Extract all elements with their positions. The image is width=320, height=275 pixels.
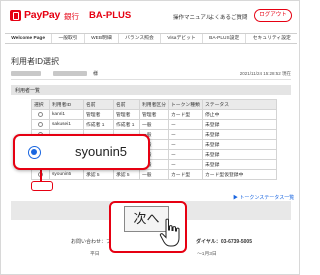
faq-link[interactable]: よくあるご質問 — [209, 13, 248, 21]
user-id-cell: kanri1 — [49, 109, 84, 120]
business-hours: 平日 — [90, 252, 100, 257]
logout-button[interactable]: ログアウト — [254, 9, 292, 22]
status-cell: カード型仮登録中 — [202, 169, 277, 180]
name2-cell: 管理者 — [113, 109, 140, 120]
selected-row-highlight — [31, 181, 53, 191]
nav-item-security-settings[interactable]: セキュリティ設定 — [246, 34, 297, 43]
user-honorific: 様 — [93, 71, 99, 77]
select-radio[interactable] — [38, 121, 43, 127]
page: PayPay 銀行 BA-PLUS 操作マニュアル よくあるご質問 ログアウト … — [0, 0, 300, 275]
status-cell: 停止中 — [202, 109, 277, 120]
user-info-row: 様 2021/11/24 15:28:52 現在 — [11, 68, 291, 80]
business-hours-end: 〜1月3日 — [197, 252, 217, 257]
name1-cell: 承認 5 — [83, 169, 114, 180]
page-title: 利用者ID選択 — [11, 57, 59, 66]
col-status: ステータス — [202, 99, 277, 110]
kubun-cell: 一般 — [139, 169, 169, 180]
table-row: kanri1 管理者 管理者 管理者 カード型 停止中 — [31, 109, 277, 120]
brand-sub: 銀行 — [64, 12, 79, 21]
zoom-callout: syounin5 — [13, 134, 150, 170]
token-cell: ー — [168, 129, 203, 140]
status-cell: 未登録 — [202, 139, 277, 150]
name1-cell: 管理者 — [83, 109, 114, 120]
status-cell: 未登録 — [202, 129, 277, 140]
user-id-cell: sakusei1 — [49, 119, 84, 130]
nav-item-visa-debit[interactable]: Visaデビット — [161, 34, 203, 43]
paypay-logo-icon — [10, 10, 21, 21]
nav-item-welcome[interactable]: Welcome Page — [5, 34, 53, 43]
col-token-type: トークン種類 — [168, 99, 203, 110]
user-list-header: 利用者一覧 — [11, 85, 291, 95]
token-cell: カード型 — [168, 109, 203, 120]
last-login-time: 2021/11/24 15:28:52 現在 — [239, 71, 291, 76]
select-radio[interactable] — [38, 111, 43, 117]
token-status-link[interactable]: ▶ トークンステータス一覧 — [233, 194, 294, 201]
token-cell: ー — [168, 139, 203, 150]
zoomed-user-id: syounin5 — [75, 144, 128, 159]
status-cell: 未登録 — [202, 119, 277, 130]
col-user-type: 利用者区分 — [139, 99, 169, 110]
status-cell: 未登録 — [202, 159, 277, 170]
token-cell: ー — [168, 149, 203, 160]
masked-username — [53, 71, 87, 76]
token-cell: カード型 — [168, 169, 203, 180]
contact-phone: ダイヤル：03-6739-5005 — [196, 239, 252, 245]
header: PayPay 銀行 BA-PLUS 操作マニュアル よくあるご質問 ログアウト — [1, 1, 301, 31]
status-cell: 未登録 — [202, 149, 277, 160]
row-radio-cell[interactable] — [31, 109, 50, 120]
callout-connector — [40, 169, 42, 182]
user-list-title: 利用者一覧 — [15, 88, 41, 94]
brand-name: PayPay — [24, 9, 61, 21]
table-row: sakusei1 作成者 1 作成者 1 一般 ー 未登録 — [31, 119, 277, 130]
col-user-id: 利用者ID — [49, 99, 84, 110]
product-name: BA-PLUS — [89, 10, 132, 21]
token-status-link-label: トークンステータス一覧 — [239, 195, 295, 201]
nav-item-transactions[interactable]: 一般取引 — [52, 34, 85, 43]
col-name-1: 名前 — [83, 99, 114, 110]
hand-cursor-icon — [159, 218, 180, 247]
kubun-cell: 管理者 — [139, 109, 169, 120]
col-name-2: 名前 — [113, 99, 140, 110]
kubun-cell: 一般 — [139, 119, 169, 130]
token-cell: ー — [168, 159, 203, 170]
name2-cell: 作成者 1 — [113, 119, 140, 130]
table-header-row: 選択 利用者ID 名前 名前 利用者区分 トークン種類 ステータス — [31, 99, 277, 110]
name1-cell: 作成者 1 — [83, 119, 114, 130]
name2-cell: 承認 5 — [113, 169, 140, 180]
nav-item-baplus-settings[interactable]: BA-PLUS設定 — [203, 34, 247, 43]
col-select: 選択 — [31, 99, 50, 110]
masked-company — [11, 71, 41, 76]
row-radio-cell[interactable] — [31, 119, 50, 130]
user-id-cell: syounin5 — [49, 169, 84, 180]
nav-item-balance[interactable]: バランス照会 — [119, 34, 162, 43]
table-row-selected: syounin5 承認 5 承認 5 一般 カード型 カード型仮登録中 — [31, 169, 277, 180]
zoomed-radio-checked[interactable] — [28, 146, 41, 159]
manual-link[interactable]: 操作マニュアル — [173, 13, 211, 21]
token-cell: ー — [168, 119, 203, 130]
nav-item-web-statement[interactable]: WEB明細 — [85, 34, 119, 43]
main-nav: Welcome Page 一般取引 WEB明細 バランス照会 Visaデビット … — [5, 33, 297, 44]
